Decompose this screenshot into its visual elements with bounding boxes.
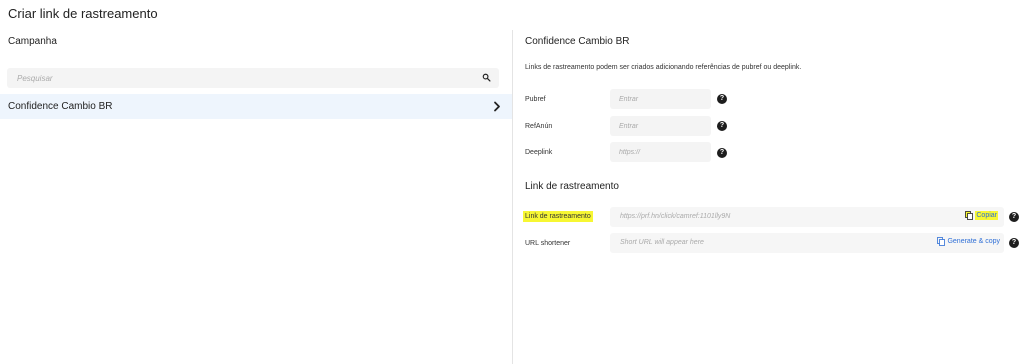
url-shortener-field: Short URL will appear here Generate & co… — [610, 233, 1004, 253]
pubref-input[interactable] — [610, 89, 711, 109]
copy-icon — [937, 237, 946, 246]
help-icon[interactable]: ? — [1009, 238, 1019, 248]
copy-button-label: Copiar — [975, 211, 998, 220]
campaign-list-item[interactable]: Confidence Cambio BR — [0, 94, 512, 119]
tracking-link-label: Link de rastreamento — [523, 211, 593, 222]
campaign-name: Confidence Cambio BR — [8, 101, 113, 112]
pubref-label: Pubref — [525, 96, 546, 103]
campaign-heading: Confidence Cambio BR — [525, 36, 630, 47]
help-icon[interactable]: ? — [717, 94, 727, 104]
campaign-search — [7, 68, 499, 89]
tracking-link-panel: Confidence Cambio BR Links de rastreamen… — [512, 30, 1024, 364]
generate-copy-button[interactable]: Generate & copy — [937, 237, 1000, 246]
generate-copy-label: Generate & copy — [947, 238, 1000, 245]
deeplink-label: Deeplink — [525, 149, 553, 156]
refanun-input[interactable] — [610, 116, 711, 136]
copy-icon — [965, 211, 974, 220]
tracking-link-value: https://prf.hn/click/camref:1101lly9N — [620, 213, 731, 220]
url-shortener-placeholder: Short URL will appear here — [620, 239, 704, 246]
campaign-panel: Campanha Confidence Cambio BR — [0, 30, 512, 364]
page-title: Criar link de rastreamento — [8, 6, 158, 21]
help-icon[interactable]: ? — [717, 121, 727, 131]
campaign-search-input[interactable] — [7, 68, 499, 89]
tracking-link-field: https://prf.hn/click/camref:1101lly9N Co… — [610, 207, 1004, 227]
description-text: Links de rastreamento podem ser criados … — [525, 64, 802, 71]
refanun-label: RefAnún — [525, 123, 553, 130]
copy-button[interactable]: Copiar — [965, 211, 998, 220]
search-icon[interactable] — [482, 73, 491, 82]
deeplink-input[interactable] — [610, 142, 711, 162]
url-shortener-label: URL shortener — [525, 240, 571, 247]
help-icon[interactable]: ? — [1009, 212, 1019, 222]
chevron-right-icon — [494, 101, 500, 112]
help-icon[interactable]: ? — [717, 148, 727, 158]
tracking-link-heading: Link de rastreamento — [525, 181, 619, 192]
campaign-section-label: Campanha — [8, 36, 57, 47]
